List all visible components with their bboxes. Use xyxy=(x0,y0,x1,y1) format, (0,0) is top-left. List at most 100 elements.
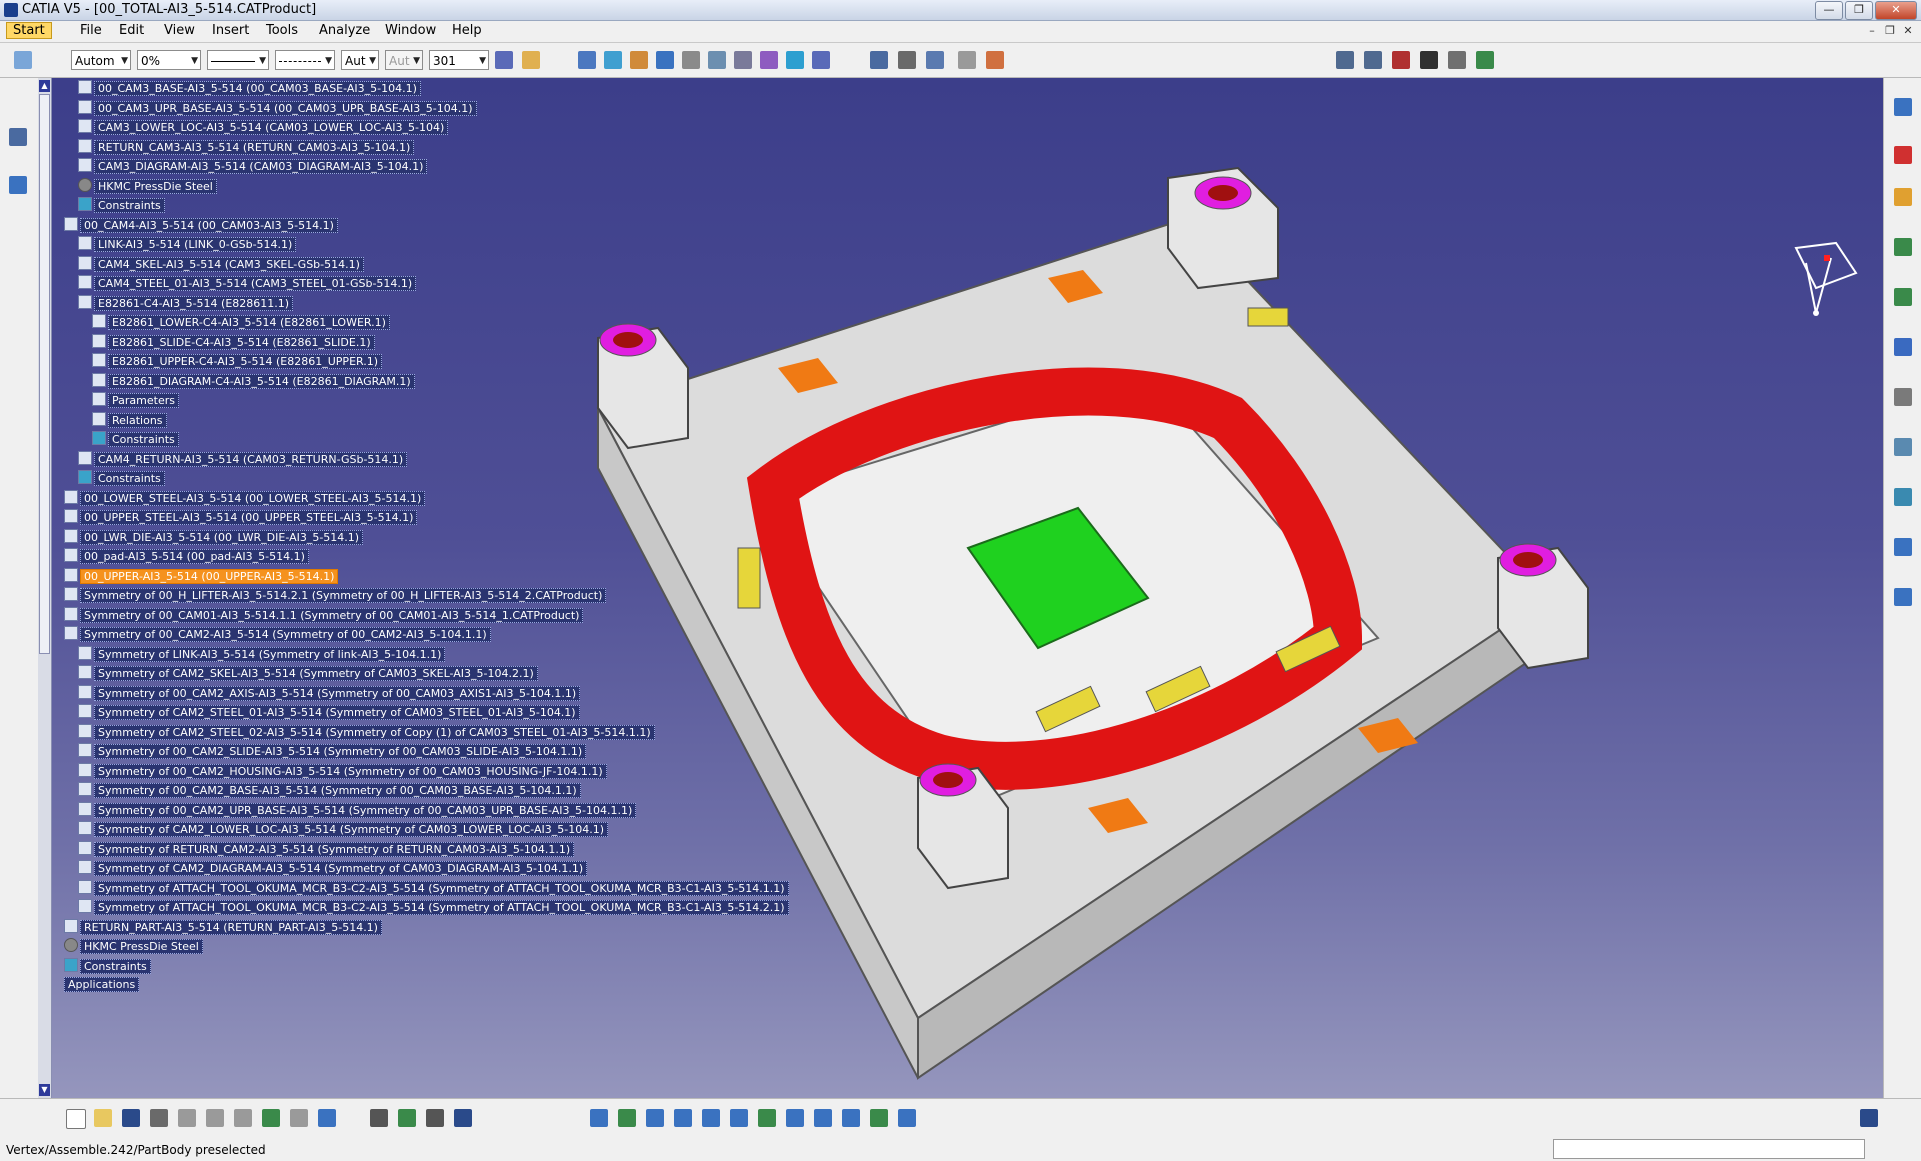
snap-icon[interactable] xyxy=(1894,288,1912,306)
flag-note-icon[interactable] xyxy=(926,51,944,69)
tree-node[interactable]: HKMC PressDie Steel xyxy=(64,938,203,955)
tree-node[interactable]: Constraints xyxy=(64,957,151,975)
scene-icon[interactable] xyxy=(958,51,976,69)
tree-node[interactable]: Constraints xyxy=(92,431,179,448)
tree-node[interactable]: E82861_SLIDE-C4-AI3_5-514 (E82861_SLIDE.… xyxy=(92,333,375,351)
select-icon[interactable] xyxy=(1894,188,1912,206)
tree-node[interactable]: E82861_DIAGRAM-C4-AI3_5-514 (E82861_DIAG… xyxy=(92,372,415,390)
rotate-icon[interactable] xyxy=(674,1109,692,1127)
save-management-icon[interactable] xyxy=(1420,51,1438,69)
tree-node[interactable]: Symmetry of 00_CAM2_SLIDE-AI3_5-514 (Sym… xyxy=(78,743,587,760)
open-file-icon[interactable] xyxy=(94,1109,112,1127)
menu-view[interactable]: View xyxy=(164,23,195,38)
numbering-icon[interactable] xyxy=(734,51,752,69)
scroll-up-arrow-icon[interactable]: ▲ xyxy=(39,80,50,92)
bom-bilt-icon[interactable] xyxy=(1392,51,1410,69)
paste-icon[interactable] xyxy=(234,1109,252,1127)
transparency-combo[interactable]: 0% ▼ xyxy=(137,50,201,70)
copy-icon[interactable] xyxy=(206,1109,224,1127)
scroll-down-arrow-icon[interactable]: ▼ xyxy=(39,1084,50,1096)
bom-listing-icon[interactable] xyxy=(1364,51,1382,69)
fast-instantiation-icon[interactable] xyxy=(786,51,804,69)
tree-node[interactable]: 00_LWR_DIE-AI3_5-514 (00_LWR_DIE-AI3_5-5… xyxy=(64,528,364,546)
zoom-out-icon[interactable] xyxy=(730,1109,748,1127)
graph-tree-icon[interactable] xyxy=(708,51,726,69)
tree-node[interactable]: Symmetry of 00_CAM2_BASE-AI3_5-514 (Symm… xyxy=(78,782,581,799)
manipulation-icon[interactable] xyxy=(1894,238,1912,256)
menu-edit[interactable]: Edit xyxy=(119,23,144,38)
tree-node[interactable]: Symmetry of ATTACH_TOOL_OKUMA_MCR_B3-C2-… xyxy=(78,899,789,916)
menu-insert[interactable]: Insert xyxy=(212,23,249,38)
catalog-browser-icon[interactable] xyxy=(1894,538,1912,556)
tree-node[interactable]: E82861-C4-AI3_5-514 (E828611.1) xyxy=(78,294,294,312)
menu-analyze[interactable]: Analyze xyxy=(319,23,370,38)
table-icon[interactable] xyxy=(454,1109,472,1127)
tree-node[interactable]: E82861_UPPER-C4-AI3_5-514 (E82861_UPPER.… xyxy=(92,353,383,370)
tree-node[interactable]: CAM4_SKEL-AI3_5-514 (CAM3_SKEL-GSb-514.1… xyxy=(78,255,364,273)
hide-show-icon[interactable] xyxy=(870,1109,888,1127)
normal-view-icon[interactable] xyxy=(758,1109,776,1127)
explode-icon[interactable] xyxy=(1894,338,1912,356)
properties-icon[interactable] xyxy=(14,51,32,69)
tree-node[interactable]: Symmetry of CAM2_SKEL-AI3_5-514 (Symmetr… xyxy=(78,665,538,682)
exploded-view-icon[interactable] xyxy=(986,51,1004,69)
component-icon[interactable] xyxy=(604,51,622,69)
undo-icon[interactable] xyxy=(262,1109,280,1127)
tree-node[interactable]: CAM4_STEEL_01-AI3_5-514 (CAM3_STEEL_01-G… xyxy=(78,275,417,292)
specification-tree[interactable]: 00_CAM3_BASE-AI3_5-514 (00_CAM03_BASE-AI… xyxy=(56,78,789,1098)
zoom-in-icon[interactable] xyxy=(702,1109,720,1127)
menu-help[interactable]: Help xyxy=(452,23,482,38)
fly-mode-icon[interactable] xyxy=(590,1109,608,1127)
cut-icon[interactable] xyxy=(178,1109,196,1127)
tree-node[interactable]: Symmetry of RETURN_CAM2-AI3_5-514 (Symme… xyxy=(78,840,575,858)
tree-node[interactable]: 00_UPPER-AI3_5-514 (00_UPPER-AI3_5-514.1… xyxy=(64,567,339,585)
fill-color-combo[interactable]: Autom ▼ xyxy=(71,50,131,70)
doc-restore-button[interactable]: ❐ xyxy=(1883,24,1897,38)
menu-tools[interactable]: Tools xyxy=(266,23,298,38)
design-table-icon[interactable] xyxy=(426,1109,444,1127)
measure-icon[interactable] xyxy=(870,51,888,69)
tree-node[interactable]: CAM3_DIAGRAM-AI3_5-514 (CAM03_DIAGRAM-AI… xyxy=(78,158,428,175)
tree-node[interactable]: Symmetry of 00_CAM2_UPR_BASE-AI3_5-514 (… xyxy=(78,801,637,819)
tree-node[interactable]: Symmetry of LINK-AI3_5-514 (Symmetry of … xyxy=(78,645,446,663)
tree-node[interactable]: Symmetry of 00_CAM01-AI3_5-514.1.1 (Symm… xyxy=(64,606,584,624)
tree-node[interactable]: Symmetry of CAM2_STEEL_02-AI3_5-514 (Sym… xyxy=(78,723,655,741)
distance-icon[interactable] xyxy=(1894,488,1912,506)
tree-node[interactable]: Symmetry of CAM2_LOWER_LOC-AI3_5-514 (Sy… xyxy=(78,821,609,838)
scroll-thumb[interactable] xyxy=(39,94,50,654)
painter-icon[interactable] xyxy=(522,51,540,69)
tree-node[interactable]: 00_UPPER_STEEL-AI3_5-514 (00_UPPER_STEEL… xyxy=(64,509,418,526)
doc-close-button[interactable]: ✕ xyxy=(1901,24,1915,38)
restore-button[interactable]: ❐ xyxy=(1845,1,1873,20)
tree-node[interactable]: Symmetry of CAM2_DIAGRAM-AI3_5-514 (Symm… xyxy=(78,860,588,877)
doc-minimize-button[interactable]: – xyxy=(1865,24,1879,38)
format-painter-icon[interactable] xyxy=(495,51,513,69)
tree-node[interactable]: 00_pad-AI3_5-514 (00_pad-AI3_5-514.1) xyxy=(64,548,309,565)
minimize-button[interactable]: — xyxy=(1815,1,1843,20)
pdf-icon[interactable] xyxy=(1894,146,1912,164)
point-symbol-combo[interactable]: Aut ▼ xyxy=(341,50,379,70)
tree-node[interactable]: RETURN_PART-AI3_5-514 (RETURN_PART-AI3_5… xyxy=(64,918,382,936)
tree-node[interactable]: HKMC PressDie Steel xyxy=(78,177,217,195)
save-icon[interactable] xyxy=(122,1109,140,1127)
tree-node[interactable]: Symmetry of 00_CAM2_HOUSING-AI3_5-514 (S… xyxy=(78,762,607,780)
tree-node[interactable]: Parameters xyxy=(92,392,179,409)
compass-icon[interactable] xyxy=(1776,238,1866,338)
line-type-combo[interactable]: ▼ xyxy=(275,50,335,70)
catalog-icon[interactable] xyxy=(1448,51,1466,69)
constraint-icon[interactable] xyxy=(9,128,27,146)
tree-node[interactable]: 00_CAM4-AI3_5-514 (00_CAM03-AI3_5-514.1) xyxy=(64,216,338,234)
isometric-view-icon[interactable] xyxy=(814,1109,832,1127)
tree-node[interactable]: Relations xyxy=(92,411,167,429)
tree-node[interactable]: CAM3_LOWER_LOC-AI3_5-514 (CAM03_LOWER_LO… xyxy=(78,119,449,136)
multi-instantiation-icon[interactable] xyxy=(760,51,778,69)
layer-combo[interactable]: 301 ▼ xyxy=(429,50,489,70)
tree-node[interactable]: CAM4_RETURN-AI3_5-514 (CAM03_RETURN-GSb-… xyxy=(78,450,408,468)
tree-node[interactable]: Symmetry of 00_H_LIFTER-AI3_5-514.2.1 (S… xyxy=(64,587,607,604)
sectioning-icon[interactable] xyxy=(1894,438,1912,456)
publication-icon[interactable] xyxy=(1476,51,1494,69)
menu-file[interactable]: File xyxy=(80,23,102,38)
bill-of-material-icon[interactable] xyxy=(1336,51,1354,69)
multi-view-icon[interactable] xyxy=(786,1109,804,1127)
new-file-icon[interactable] xyxy=(66,1109,86,1129)
